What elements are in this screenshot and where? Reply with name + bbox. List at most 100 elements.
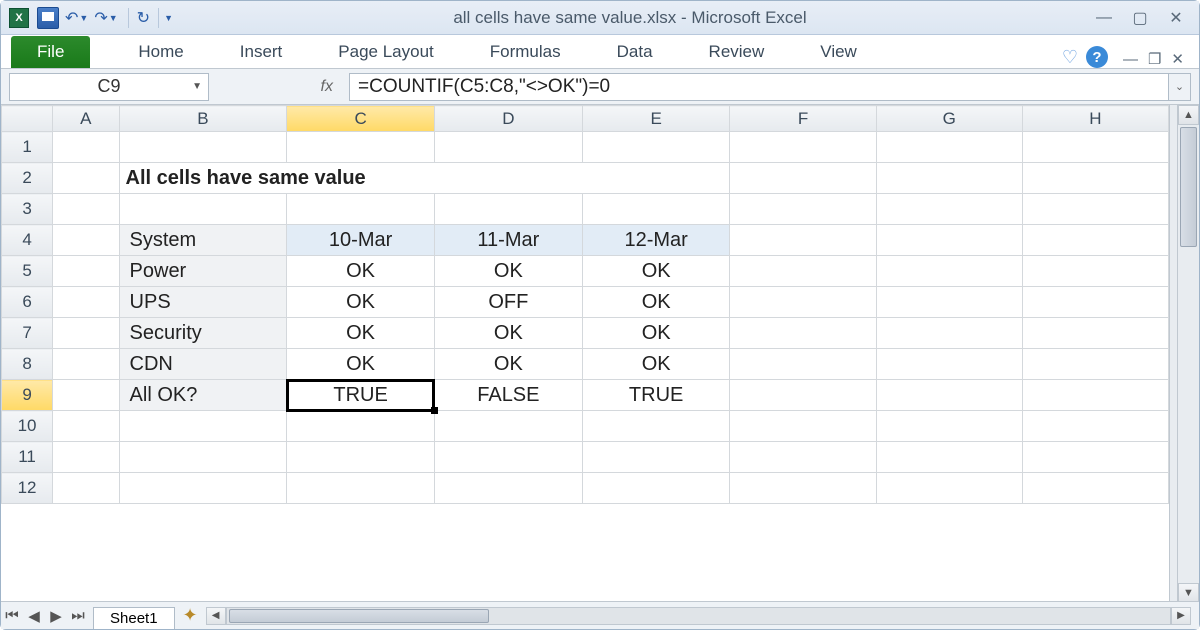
row-header[interactable]: 3	[2, 194, 53, 225]
cell[interactable]: Security	[119, 318, 287, 349]
select-all-corner[interactable]	[2, 106, 53, 132]
row-header[interactable]: 12	[2, 473, 53, 504]
cell[interactable]: 11-Mar	[434, 225, 582, 256]
excel-app-icon: X	[9, 8, 29, 28]
title-bar: X ↶▼ ↷▼ ↻ ▼ all cells have same value.xl…	[1, 1, 1199, 35]
row-header[interactable]: 8	[2, 349, 53, 380]
split-handle[interactable]	[1169, 105, 1177, 603]
cell[interactable]: OK	[434, 349, 582, 380]
cell[interactable]: OK	[582, 349, 730, 380]
worksheet-area: A B C D E F G H 1 2 All cells have same …	[1, 105, 1199, 603]
cell[interactable]: System	[119, 225, 287, 256]
formula-input[interactable]: =COUNTIF(C5:C8,"<>OK")=0	[349, 73, 1169, 101]
undo-icon[interactable]: ↶	[65, 8, 78, 28]
cell[interactable]: FALSE	[434, 380, 582, 411]
col-header[interactable]: C	[287, 106, 435, 132]
workbook-close-icon[interactable]: ✕	[1171, 50, 1184, 68]
col-header[interactable]: E	[582, 106, 730, 132]
row-header[interactable]: 5	[2, 256, 53, 287]
name-box-value: C9	[97, 76, 120, 97]
save-icon[interactable]	[37, 7, 59, 29]
help-icon[interactable]: ?	[1086, 46, 1108, 68]
minimize-button[interactable]: ―	[1089, 7, 1119, 29]
cell[interactable]: UPS	[119, 287, 287, 318]
row-header[interactable]: 11	[2, 442, 53, 473]
tab-home[interactable]: Home	[120, 36, 201, 68]
file-tab[interactable]: File	[11, 36, 90, 68]
cell[interactable]: OK	[434, 256, 582, 287]
col-header[interactable]: G	[876, 106, 1022, 132]
row-header[interactable]: 10	[2, 411, 53, 442]
sheet-nav-last-icon[interactable]: ⏭	[67, 605, 89, 627]
minimize-ribbon-icon[interactable]: ♡	[1062, 47, 1078, 68]
col-header[interactable]: D	[434, 106, 582, 132]
workbook-minimize-icon[interactable]: ―	[1123, 51, 1138, 68]
col-header[interactable]: F	[730, 106, 876, 132]
cell[interactable]: OK	[582, 256, 730, 287]
col-header[interactable]: A	[53, 106, 119, 132]
tab-page-layout[interactable]: Page Layout	[320, 36, 451, 68]
scroll-left-icon[interactable]: ◀	[206, 607, 226, 625]
tab-formulas[interactable]: Formulas	[472, 36, 579, 68]
formula-bar: C9 ▼ fx =COUNTIF(C5:C8,"<>OK")=0 ⌄	[1, 69, 1199, 105]
maximize-button[interactable]: ▢	[1125, 7, 1155, 29]
qa-separator	[128, 8, 129, 28]
scroll-thumb[interactable]	[1180, 127, 1197, 247]
cell[interactable]: OK	[582, 318, 730, 349]
row-header[interactable]: 7	[2, 318, 53, 349]
sheet-tab[interactable]: Sheet1	[93, 607, 175, 629]
scroll-up-icon[interactable]: ▲	[1178, 105, 1199, 125]
sheet-nav-first-icon[interactable]: ⏮	[1, 605, 23, 627]
sheet-tab-bar: ⏮ ◀ ▶ ⏭ Sheet1 ✦ ◀ ▶	[1, 601, 1199, 629]
cell[interactable]: TRUE	[582, 380, 730, 411]
scroll-right-icon[interactable]: ▶	[1171, 607, 1191, 625]
cell[interactable]: OK	[582, 287, 730, 318]
cell[interactable]: All OK?	[119, 380, 287, 411]
undo-dropdown-icon[interactable]: ▼	[79, 13, 88, 23]
new-sheet-icon[interactable]: ✦	[183, 605, 198, 626]
horizontal-scrollbar[interactable]: ◀ ▶	[206, 607, 1191, 625]
window-title: all cells have same value.xlsx - Microso…	[177, 8, 1083, 28]
redo-dropdown-icon[interactable]: ▼	[109, 13, 118, 23]
col-header[interactable]: H	[1022, 106, 1168, 132]
cell[interactable]: OK	[287, 287, 435, 318]
row-header[interactable]: 1	[2, 132, 53, 163]
col-header[interactable]: B	[119, 106, 287, 132]
cell[interactable]: OFF	[434, 287, 582, 318]
fx-icon[interactable]: fx	[321, 78, 333, 96]
sheet-heading[interactable]: All cells have same value	[119, 163, 730, 194]
row-header[interactable]: 9	[2, 380, 53, 411]
tab-insert[interactable]: Insert	[222, 36, 301, 68]
cell[interactable]: 10-Mar	[287, 225, 435, 256]
cell[interactable]: Power	[119, 256, 287, 287]
row-header[interactable]: 4	[2, 225, 53, 256]
cell[interactable]: 12-Mar	[582, 225, 730, 256]
sheet-nav-prev-icon[interactable]: ◀	[23, 605, 45, 627]
name-box-dropdown-icon[interactable]: ▼	[192, 81, 202, 92]
tab-view[interactable]: View	[802, 36, 875, 68]
qa-customize-icon[interactable]: ▼	[164, 13, 173, 23]
formula-expand-icon[interactable]: ⌄	[1169, 73, 1191, 101]
repeat-icon[interactable]: ↻	[137, 8, 150, 28]
cell[interactable]: OK	[287, 256, 435, 287]
cell[interactable]: CDN	[119, 349, 287, 380]
name-box[interactable]: C9 ▼	[9, 73, 209, 101]
redo-icon[interactable]: ↷	[94, 8, 107, 28]
row-header[interactable]: 2	[2, 163, 53, 194]
cell[interactable]: OK	[287, 349, 435, 380]
qa-separator-2	[158, 8, 159, 28]
scroll-thumb[interactable]	[229, 609, 489, 623]
tab-review[interactable]: Review	[691, 36, 783, 68]
row-header[interactable]: 6	[2, 287, 53, 318]
cell[interactable]: OK	[434, 318, 582, 349]
cell[interactable]: OK	[287, 318, 435, 349]
sheet-nav-next-icon[interactable]: ▶	[45, 605, 67, 627]
scroll-down-icon[interactable]: ▼	[1178, 583, 1199, 603]
active-cell[interactable]: TRUE	[287, 380, 435, 411]
spreadsheet-grid[interactable]: A B C D E F G H 1 2 All cells have same …	[1, 105, 1169, 504]
vertical-scrollbar[interactable]: ▲ ▼	[1177, 105, 1199, 603]
tab-data[interactable]: Data	[599, 36, 671, 68]
workbook-restore-icon[interactable]: ❐	[1148, 50, 1161, 68]
ribbon-tabs: File Home Insert Page Layout Formulas Da…	[1, 35, 1199, 69]
close-button[interactable]: ✕	[1161, 7, 1191, 29]
